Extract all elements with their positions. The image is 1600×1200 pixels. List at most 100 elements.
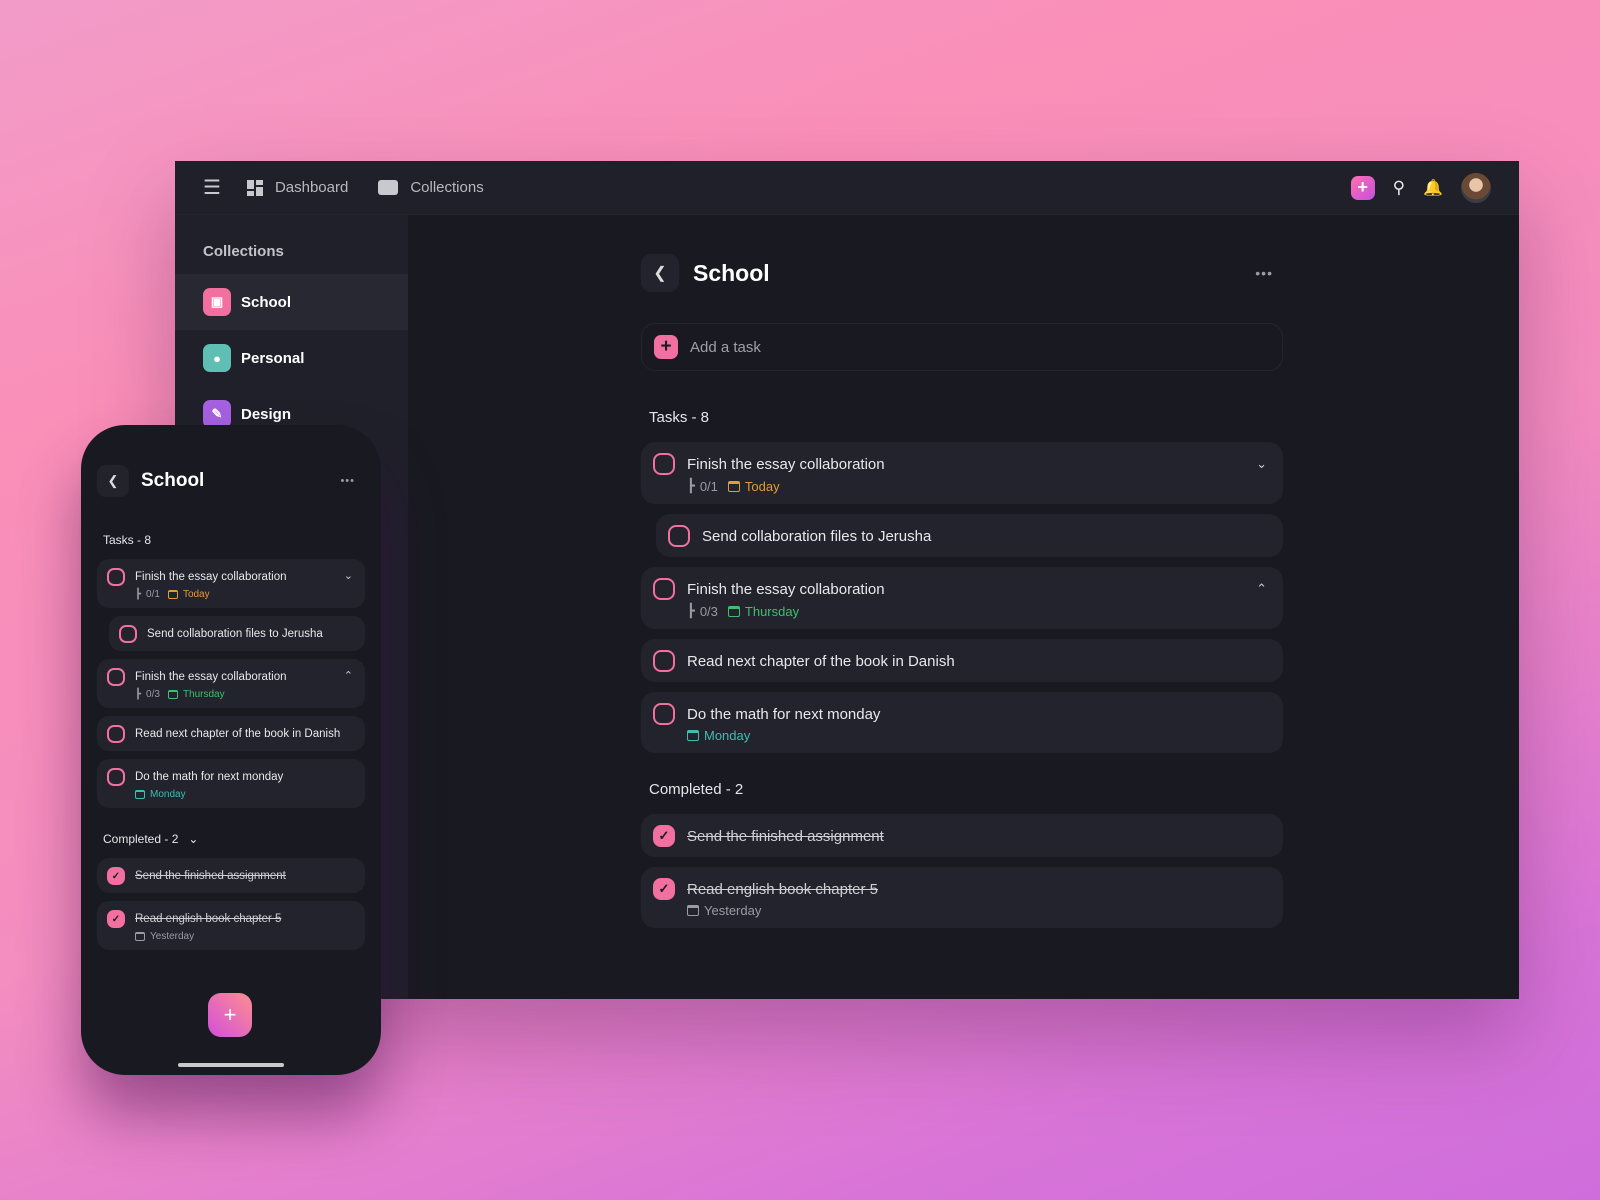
sidebar-item-label: Design	[241, 405, 292, 423]
due-date: Thursday	[727, 604, 799, 619]
more-options-icon[interactable]: •••	[1255, 265, 1273, 281]
sidebar-item-personal[interactable]: ● Personal	[175, 330, 408, 386]
due-date: Today	[727, 479, 780, 494]
task-title: Read next chapter of the book in Danish	[687, 652, 955, 670]
sidebar-title: Collections	[203, 243, 284, 260]
tasks-header: Tasks - 8	[103, 533, 152, 547]
subtask-icon: ┣	[135, 589, 142, 600]
due-date: Yesterday	[135, 931, 194, 942]
user-icon: ●	[203, 344, 231, 372]
task-title: Send collaboration files to Jerusha	[702, 527, 932, 545]
mobile-phone: ❮ School ••• Tasks - 8 Finish the essay …	[81, 425, 381, 1075]
checked-checkbox[interactable]: ✓	[653, 825, 675, 847]
dashboard-icon	[246, 179, 263, 196]
subtask-item[interactable]: Send collaboration files to Jerusha	[109, 616, 365, 651]
calendar-icon	[687, 730, 699, 741]
checked-checkbox[interactable]: ✓	[107, 867, 125, 885]
nav-collections-label: Collections	[410, 179, 484, 196]
task-title: Do the math for next monday	[687, 705, 881, 723]
task-title: Read next chapter of the book in Danish	[135, 728, 341, 740]
add-task-fab[interactable]: +	[208, 993, 252, 1037]
task-checkbox[interactable]	[653, 703, 675, 725]
checked-checkbox[interactable]: ✓	[653, 878, 675, 900]
task-checkbox[interactable]	[653, 578, 675, 600]
task-title: Finish the essay collaboration	[135, 571, 287, 583]
task-title: Read english book chapter 5	[135, 913, 282, 925]
task-item[interactable]: Finish the essay collaboration ┣ 0/1 Today…	[641, 442, 1283, 504]
chevron-up-icon[interactable]: ⌃	[344, 669, 353, 682]
search-icon[interactable]: ⚲	[1393, 178, 1405, 198]
calendar-icon	[167, 590, 178, 599]
plus-icon: +	[654, 335, 678, 359]
chevron-down-icon: ⌄	[188, 832, 199, 846]
completed-task-item[interactable]: ✓ Send the finished assignment	[641, 814, 1283, 857]
completed-header: Completed - 2	[103, 832, 179, 846]
task-item[interactable]: Read next chapter of the book in Danish	[641, 639, 1283, 682]
add-task-placeholder: Add a task	[690, 338, 761, 356]
task-checkbox[interactable]	[653, 453, 675, 475]
tasks-header: Tasks - 8	[649, 409, 710, 426]
back-button[interactable]: ❮	[641, 254, 679, 292]
sidebar-item-label: Personal	[241, 349, 305, 367]
subtask-count: ┣ 0/3	[135, 689, 160, 700]
subtask-item[interactable]: Send collaboration files to Jerusha	[656, 514, 1283, 557]
completed-task-item[interactable]: ✓ Read english book chapter 5 Yesterday	[641, 867, 1283, 928]
task-checkbox[interactable]	[107, 568, 125, 586]
subtask-count: ┣ 0/1	[687, 478, 718, 494]
task-item[interactable]: Finish the essay collaboration ┣ 0/3 Thurs…	[641, 567, 1283, 629]
task-title: Do the math for next monday	[135, 771, 284, 783]
task-panel: ❮ School ••• + Add a task Tasks - 8 Fini…	[641, 253, 1283, 938]
calendar-icon	[727, 480, 740, 492]
task-checkbox[interactable]	[107, 768, 125, 786]
task-checkbox[interactable]	[107, 668, 125, 686]
add-button[interactable]: +	[1350, 175, 1375, 200]
pencil-icon: ✎	[203, 400, 231, 428]
task-item[interactable]: Finish the essay collaboration ┣ 0/3 Thurs…	[97, 659, 365, 708]
nav-dashboard[interactable]: Dashboard	[246, 179, 349, 196]
completed-toggle[interactable]: Completed - 2 ⌄	[103, 832, 365, 846]
task-title: Finish the essay collaboration	[687, 580, 885, 598]
completed-task-item[interactable]: ✓ Send the finished assignment	[97, 858, 365, 893]
task-title: Finish the essay collaboration	[135, 671, 287, 683]
task-checkbox[interactable]	[653, 650, 675, 672]
task-item[interactable]: Do the math for next monday Monday	[97, 759, 365, 808]
task-checkbox[interactable]	[119, 625, 137, 643]
checked-checkbox[interactable]: ✓	[107, 910, 125, 928]
subtask-icon: ┣	[687, 478, 695, 493]
due-date: Yesterday	[687, 903, 761, 918]
book-icon: ▣	[203, 288, 231, 316]
nav-collections[interactable]: Collections	[378, 179, 484, 196]
completed-task-item[interactable]: ✓ Read english book chapter 5 Yesterday	[97, 901, 365, 950]
more-options-icon[interactable]: •••	[340, 475, 355, 487]
task-title: Send the finished assignment	[687, 827, 884, 845]
completed-header: Completed - 2	[649, 781, 744, 798]
subtask-count: ┣ 0/1	[135, 589, 160, 600]
chevron-down-icon[interactable]: ⌄	[344, 569, 353, 582]
sidebar-item-school[interactable]: ▣ School	[175, 274, 408, 330]
chevron-down-icon[interactable]: ⌄	[1256, 456, 1267, 472]
chevron-up-icon[interactable]: ⌃	[1256, 581, 1267, 597]
nav-dashboard-label: Dashboard	[274, 179, 349, 196]
add-task-input[interactable]: + Add a task	[641, 323, 1283, 371]
back-button[interactable]: ❮	[97, 465, 129, 497]
calendar-icon	[135, 932, 145, 941]
task-item[interactable]: Read next chapter of the book in Danish	[97, 716, 365, 751]
task-title: Send the finished assignment	[135, 870, 286, 882]
page-title: School	[693, 259, 770, 286]
due-date: Monday	[135, 789, 186, 800]
task-title: Finish the essay collaboration	[687, 455, 885, 473]
subtask-count: ┣ 0/3	[687, 603, 718, 619]
due-date: Monday	[687, 728, 750, 743]
subtask-icon: ┣	[135, 689, 142, 700]
calendar-icon	[167, 690, 178, 699]
menu-icon[interactable]: ☰	[203, 175, 221, 200]
bell-icon[interactable]: 🔔	[1423, 178, 1443, 198]
avatar[interactable]	[1461, 172, 1491, 203]
task-checkbox[interactable]	[668, 525, 690, 547]
task-checkbox[interactable]	[107, 725, 125, 743]
subtask-icon: ┣	[687, 603, 695, 618]
task-title: Send collaboration files to Jerusha	[147, 628, 323, 640]
calendar-icon	[687, 905, 699, 916]
task-item[interactable]: Finish the essay collaboration ┣ 0/1 Today…	[97, 559, 365, 608]
task-item[interactable]: Do the math for next monday Monday	[641, 692, 1283, 753]
